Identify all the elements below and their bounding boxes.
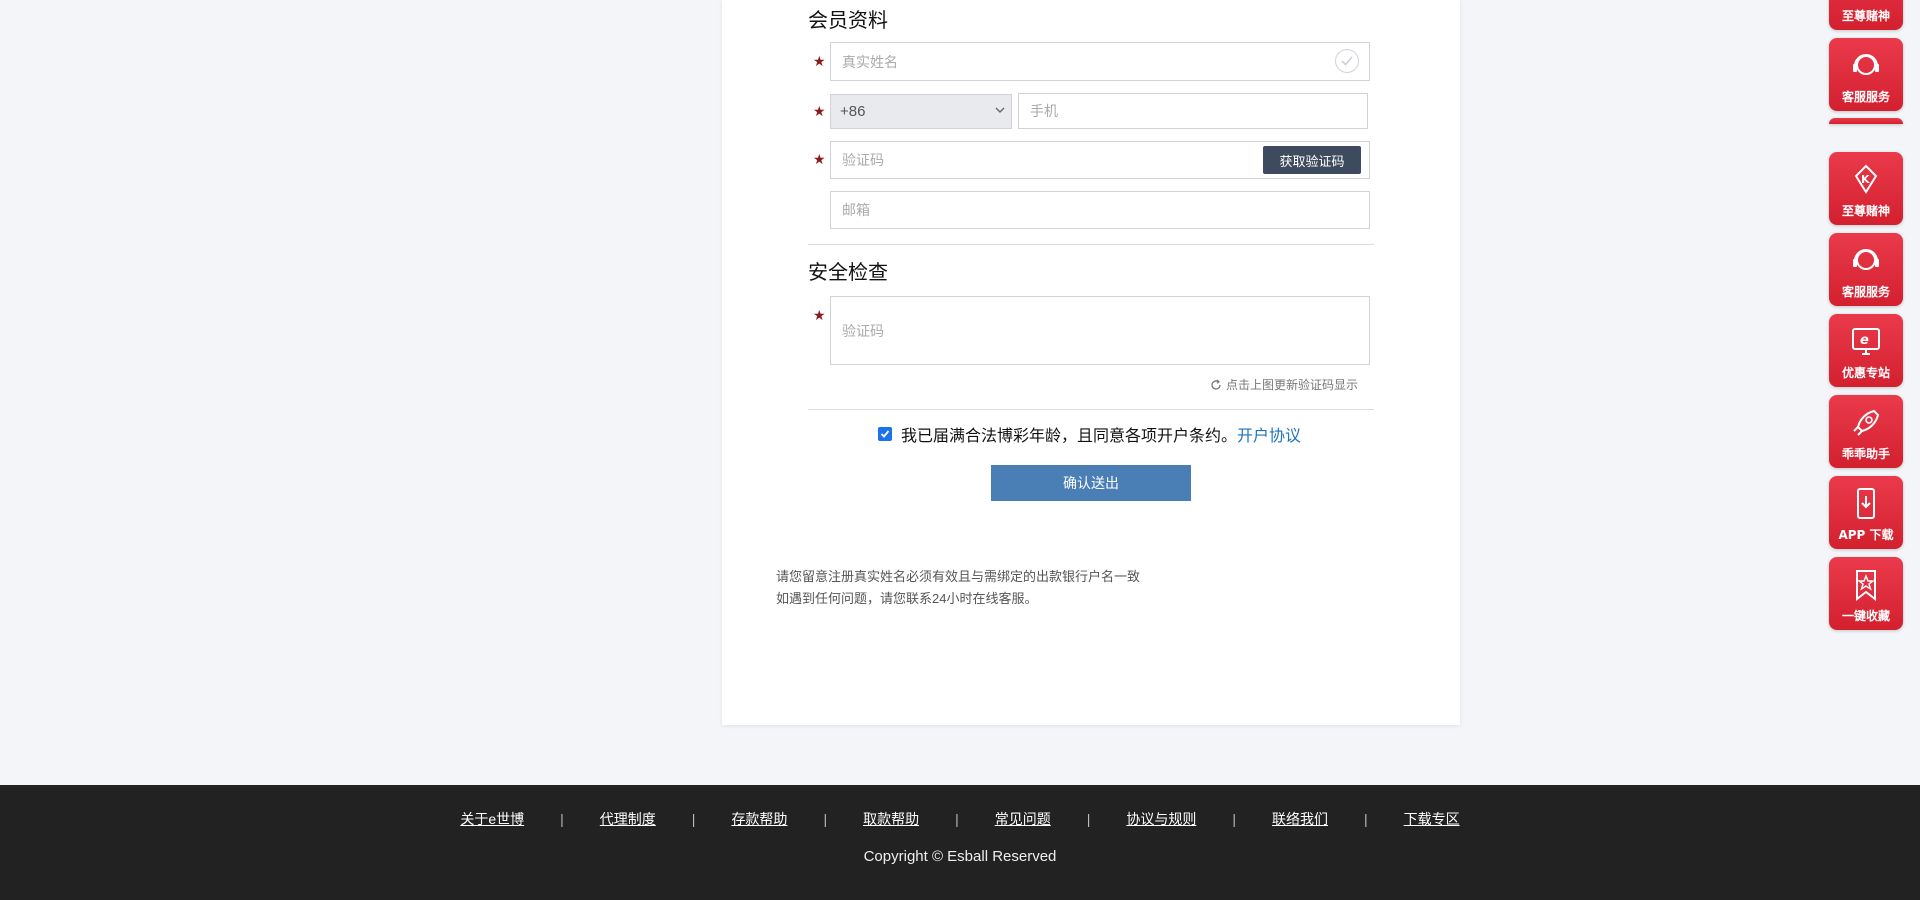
- footer-link-contact[interactable]: 联络我们: [1272, 809, 1328, 829]
- note-line: 如遇到任何问题，请您联系24小时在线客服。: [776, 591, 1038, 606]
- footer-link-agent[interactable]: 代理制度: [600, 809, 656, 829]
- headset-icon: [1853, 249, 1879, 270]
- agreement-checkbox[interactable]: [878, 427, 892, 441]
- footer-link-faq[interactable]: 常见问题: [995, 809, 1051, 829]
- footer-link-about[interactable]: 关于e世博: [460, 809, 524, 829]
- divider: [808, 409, 1374, 410]
- captcha-field[interactable]: [830, 296, 1370, 365]
- side-button-partial: [1829, 118, 1903, 124]
- svg-text:e: e: [1860, 333, 1869, 348]
- side-label: 优惠专站: [1841, 366, 1890, 380]
- registration-note: 请您留意注册真实姓名必须有效且与需绑定的出款银行户名一致 如遇到任何问题，请您联…: [776, 566, 1140, 610]
- side-button-service[interactable]: 客服服务: [1829, 233, 1903, 306]
- side-button-bookmark[interactable]: 一键收藏: [1829, 557, 1903, 630]
- refresh-captcha[interactable]: 点击上图更新验证码显示: [1210, 376, 1358, 393]
- svg-text:K: K: [1861, 173, 1870, 186]
- poker-card-icon: K: [1854, 164, 1878, 194]
- required-star: ★: [813, 308, 826, 324]
- captcha-input[interactable]: [842, 322, 1369, 339]
- footer-links: 关于e世博 | 代理制度 | 存款帮助 | 取款帮助 | 常见问题 | 协议与规则 | 联络…: [460, 809, 1460, 829]
- side-label: 至尊赌神: [1841, 204, 1890, 218]
- member-section-title: 会员资料: [808, 8, 888, 32]
- refresh-icon: [1211, 379, 1221, 390]
- agreement-text: 我已届满合法博彩年龄，且同意各项开户条约。: [901, 428, 1238, 445]
- side-label: 客服服务: [1841, 90, 1890, 104]
- side-label: 一键收藏: [1841, 609, 1890, 623]
- agreement-row: 我已届满合法博彩年龄，且同意各项开户条约。 开户协议: [878, 422, 1301, 446]
- phone-input[interactable]: [1030, 103, 1367, 119]
- refresh-hint: 点击上图更新验证码显示: [1226, 378, 1359, 392]
- headset-icon: [1853, 54, 1879, 75]
- side-label: 至尊赌神: [1841, 9, 1890, 23]
- side-button-casino[interactable]: K 至尊赌神: [1829, 152, 1903, 225]
- country-code-select[interactable]: +86: [830, 94, 1012, 129]
- footer-link-deposit[interactable]: 存款帮助: [731, 809, 787, 829]
- footer: 关于e世博 | 代理制度 | 存款帮助 | 取款帮助 | 常见问题 | 协议与规则 | 联络…: [0, 785, 1920, 900]
- required-star: ★: [813, 152, 826, 168]
- check-icon: [1335, 49, 1359, 73]
- phone-field[interactable]: [1018, 93, 1368, 129]
- side-label: 客服服务: [1841, 285, 1890, 299]
- side-label: APP 下载: [1838, 528, 1894, 542]
- note-line: 请您留意注册真实姓名必须有效且与需绑定的出款银行户名一致: [776, 569, 1141, 584]
- email-field[interactable]: [830, 191, 1370, 229]
- email-input[interactable]: [842, 202, 1369, 218]
- chevron-down-icon: [995, 107, 1005, 113]
- side-button-promotions[interactable]: e 优惠专站: [1829, 314, 1903, 387]
- footer-link-rules[interactable]: 协议与规则: [1126, 809, 1196, 829]
- side-button-service-top[interactable]: 客服服务: [1829, 38, 1903, 111]
- side-button-app-download[interactable]: APP 下载: [1829, 476, 1903, 549]
- phone-download-icon: [1857, 488, 1875, 519]
- country-code-value: +86: [840, 103, 866, 120]
- terms-link[interactable]: 开户协议: [1237, 422, 1301, 446]
- real-name-field[interactable]: [830, 42, 1370, 81]
- side-label: 乖乖助手: [1841, 447, 1890, 461]
- required-star: ★: [813, 104, 826, 120]
- submit-button[interactable]: 确认送出: [991, 465, 1191, 501]
- divider: [808, 244, 1374, 245]
- real-name-input[interactable]: [842, 53, 1369, 70]
- side-button-assistant[interactable]: 乖乖助手: [1829, 395, 1903, 468]
- copyright: Copyright © Esball Reserved: [863, 848, 1057, 865]
- rocket-icon: [1853, 409, 1880, 436]
- footer-link-download[interactable]: 下载专区: [1404, 809, 1460, 829]
- security-section-title: 安全检查: [808, 260, 888, 284]
- get-code-button[interactable]: 获取验证码: [1263, 146, 1361, 174]
- required-star: ★: [813, 54, 826, 70]
- side-button-casino-top[interactable]: 至尊赌神: [1829, 0, 1903, 30]
- monitor-icon: e: [1852, 328, 1880, 355]
- bookmark-star-icon: [1856, 570, 1876, 602]
- footer-link-withdraw[interactable]: 取款帮助: [863, 809, 919, 829]
